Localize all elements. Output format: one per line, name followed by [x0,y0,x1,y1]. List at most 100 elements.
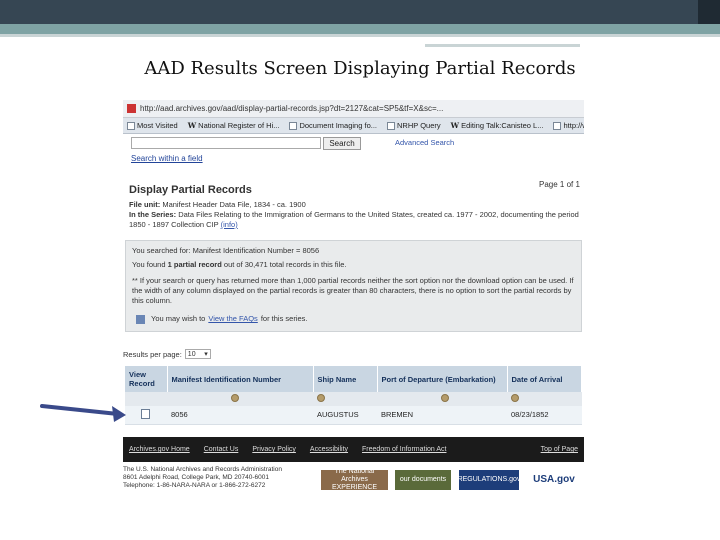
slide-top-band [0,0,720,24]
date-cell: 08/23/1852 [507,406,582,425]
bookmark-label: http://www.erie.gov/a... [563,121,584,130]
results-per-page: Results per page: 10 [123,349,211,359]
column-header-port[interactable]: Port of Departure (Embarkation) [377,366,508,392]
usa-gov-logo[interactable]: USA.gov [527,470,581,490]
our-documents-logo[interactable]: our documents [395,470,451,490]
file-unit-label: File unit: [129,200,161,209]
site-footer: Archives.gov Home Contact Us Privacy Pol… [123,437,584,462]
bookmarks-bar: Most Visited W National Register of Hi...… [123,118,584,134]
slide-divider-line-short [425,44,580,47]
results-table: View Record Manifest Identification Numb… [125,366,582,425]
file-unit-line: File unit: Manifest Header Data File, 18… [129,200,579,210]
wikipedia-icon: W [187,121,197,130]
faq-prefix: You may wish to [151,314,206,323]
bookmark-label: Most Visited [137,121,178,130]
port-cell: BREMEN [377,406,507,425]
page-icon [127,121,135,130]
pointer-arrow-icon [40,404,126,422]
ship-name-cell: AUGUSTUS [313,406,377,425]
series-line: In the Series: Data Files Relating to th… [129,210,579,230]
faq-line: You may wish to View the FAQs for this s… [132,314,575,324]
sort-download-note: ** If your search or query has returned … [132,276,574,305]
search-within-field-link[interactable]: Search within a field [131,154,203,163]
search-row: Search Advanced Search [123,134,584,156]
faq-suffix: for this series. [260,314,308,323]
results-per-page-label: Results per page: [123,349,182,359]
regulations-gov-logo[interactable]: REGULATIONS.gov [458,470,520,490]
slide-divider-line [0,34,720,37]
address-line: 8601 Adelphi Road, College Park, MD 2074… [123,474,269,481]
bookmark-editing-talk[interactable]: W Editing Talk:Canisteo L... [451,121,544,130]
address-line: The U.S. National Archives and Records A… [123,466,282,473]
file-unit-info: File unit: Manifest Header Data File, 18… [129,200,579,230]
address-bar[interactable]: http://aad.archives.gov/aad/display-part… [123,100,584,118]
manifest-id-cell: 8056 [167,406,313,425]
bookmark-document-imaging[interactable]: Document Imaging fo... [289,121,377,130]
faq-link[interactable]: View the FAQs [208,314,257,324]
wikipedia-icon: W [450,121,460,130]
footer-link-contact[interactable]: Contact Us [204,446,239,453]
footer-address: The U.S. National Archives and Records A… [123,466,282,490]
bookmark-label: Document Imaging fo... [299,121,377,130]
page-icon [289,121,298,130]
bookmark-nrhp-query[interactable]: NRHP Query [387,121,441,130]
sort-icon[interactable] [231,394,239,402]
found-text: You found 1 partial record out of 30,471… [132,260,575,270]
sort-cell [377,392,507,406]
view-record-cell [125,406,167,425]
search-input[interactable] [131,137,321,149]
series-label: In the Series: [129,210,177,219]
sort-cell-empty [125,392,167,406]
sort-icon[interactable] [317,394,325,402]
column-header-manifest-id[interactable]: Manifest Identification Number [167,366,314,392]
view-record-icon[interactable] [141,408,150,419]
bookmark-national-register[interactable]: W National Register of Hi... [188,121,280,130]
address-line: Telephone: 1-86-NARA-NARA or 1-866-272-6… [123,482,266,489]
column-header-ship-name[interactable]: Ship Name [313,366,378,392]
sort-cell [313,392,377,406]
search-summary-panel: You searched for: Manifest Identificatio… [125,240,582,332]
slide-title: AAD Results Screen Displaying Partial Re… [144,58,576,79]
info-link[interactable]: (info) [221,220,238,229]
slide-top-band-corner [698,0,720,24]
sort-cell [507,392,582,406]
bookmark-label: NRHP Query [397,121,441,130]
found-suffix: out of 30,471 total records in this file… [223,260,347,269]
info-icon [136,314,145,324]
table-header-row: View Record Manifest Identification Numb… [125,366,582,392]
found-count: 1 partial record [167,260,222,269]
file-unit-value: Manifest Header Data File, 1834 - ca. 19… [162,200,306,209]
table-row: 8056 AUGUSTUS BREMEN 08/23/1852 [125,406,582,425]
footer-link-privacy[interactable]: Privacy Policy [252,446,296,453]
results-per-page-select[interactable]: 10 [184,349,211,359]
national-archives-experience-logo[interactable]: The National Archives EXPERIENCE [321,468,388,491]
found-prefix: You found [132,260,166,269]
sort-row [125,392,582,406]
address-url: http://aad.archives.gov/aad/display-part… [140,104,444,113]
column-header-date[interactable]: Date of Arrival [507,366,582,392]
slide-accent-band [0,24,720,34]
browser-screenshot: http://aad.archives.gov/aad/display-part… [123,100,584,495]
top-of-page-link[interactable]: Top of Page [541,446,578,453]
sort-icon[interactable] [511,394,519,402]
collection-label: Collection CIP [171,220,219,229]
footer-link-archives-home[interactable]: Archives.gov Home [129,446,190,453]
footer-link-foia[interactable]: Freedom of Information Act [362,446,446,453]
column-header-view-record: View Record [125,366,168,392]
page-title: Display Partial Records [129,184,252,196]
slide-top-band-main [0,0,700,24]
bookmark-erie-gov[interactable]: http://www.erie.gov/a... [553,121,584,130]
favicon-icon [127,104,136,113]
sort-icon[interactable] [441,394,449,402]
bookmark-label: Editing Talk:Canisteo L... [461,121,544,130]
page-icon [387,121,395,130]
searched-for-text: You searched for: Manifest Identificatio… [132,246,320,255]
page-icon [553,121,562,130]
search-button[interactable]: Search [323,137,361,150]
page-indicator: Page 1 of 1 [539,180,580,189]
advanced-search-link[interactable]: Advanced Search [395,138,454,147]
footer-link-accessibility[interactable]: Accessibility [310,446,348,453]
bookmark-most-visited[interactable]: Most Visited [127,121,178,130]
bookmark-label: National Register of Hi... [198,121,280,130]
sort-cell [167,392,313,406]
